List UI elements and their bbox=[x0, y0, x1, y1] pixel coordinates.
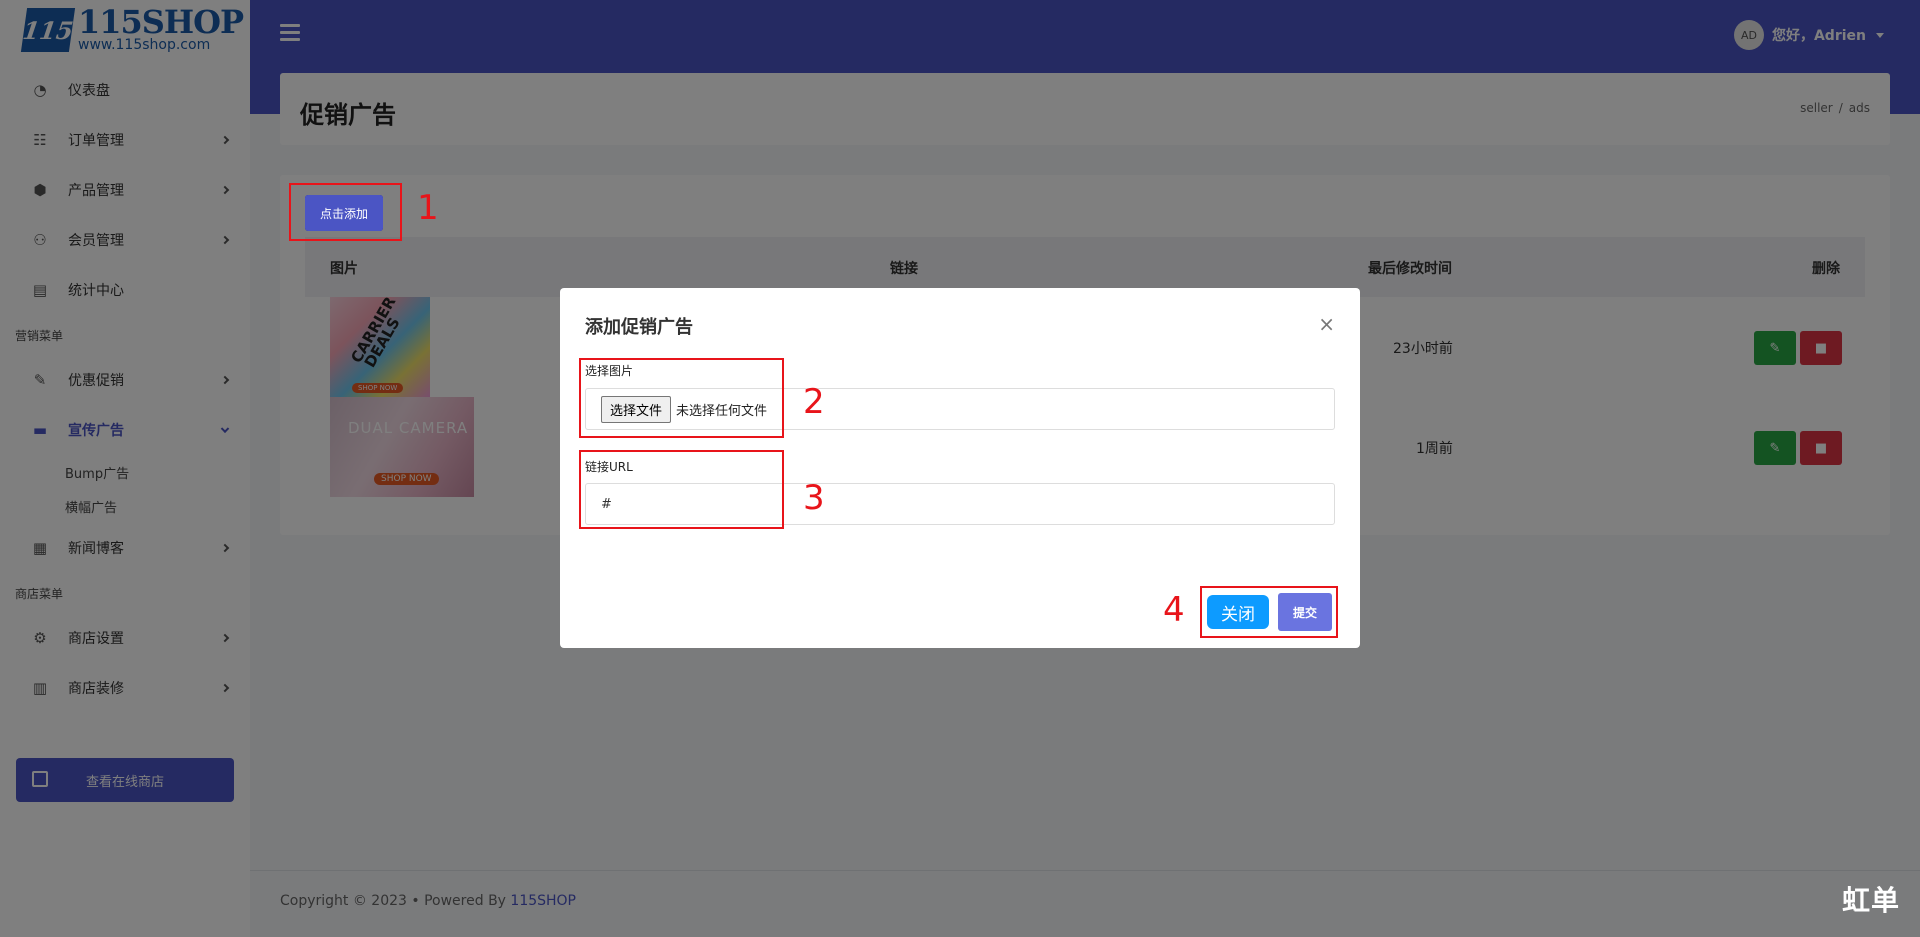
add-ad-button-highlight[interactable]: 点击添加 bbox=[305, 195, 383, 231]
modal-title: 添加促销广告 bbox=[585, 317, 693, 338]
annotation-number-4: 4 bbox=[1163, 590, 1185, 630]
modal-close-icon[interactable]: × bbox=[1318, 314, 1335, 334]
annotation-number-3: 3 bbox=[803, 478, 825, 518]
annotation-number-2: 2 bbox=[803, 382, 825, 422]
annotation-box-3 bbox=[579, 450, 784, 529]
watermark: 虹单 bbox=[1841, 884, 1900, 917]
annotation-box-4 bbox=[1200, 586, 1338, 638]
annotation-box-2 bbox=[579, 358, 784, 438]
annotation-number-1: 1 bbox=[417, 188, 439, 228]
